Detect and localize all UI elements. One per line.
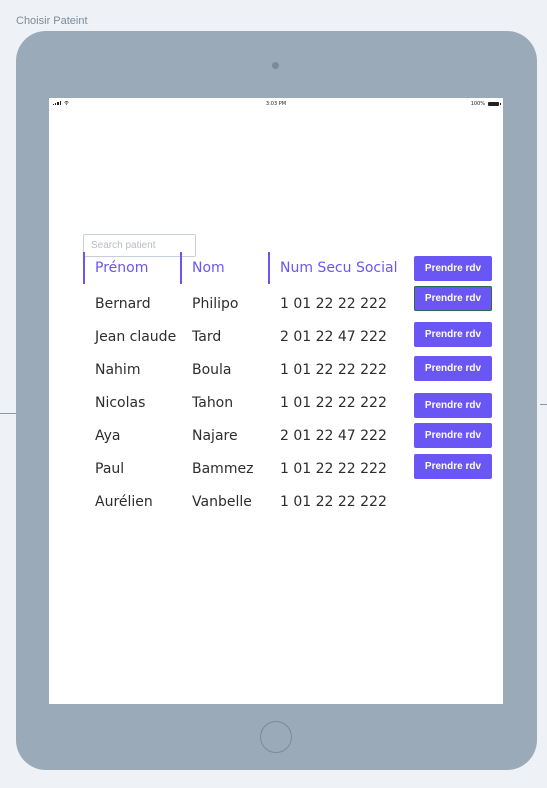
cell-nom: Najare [192,428,238,444]
cell-nom: Boula [192,362,232,378]
status-bar-time: 3:03 PM [265,101,287,107]
prendre-rdv-button[interactable]: Prendre rdv [414,322,492,347]
cell-prenom: Aya [95,428,121,444]
tablet-frame: 3:03 PM 100% Prénom Nom Num Secu Social … [16,31,537,770]
cell-num-secu: 2 01 22 47 222 [280,329,387,345]
cell-num-secu: 2 01 22 47 222 [280,428,387,444]
cell-nom: Tard [192,329,222,345]
status-bar: 3:03 PM 100% [49,98,503,110]
prendre-rdv-button[interactable]: Prendre rdv [414,356,492,381]
header-prenom: Prénom [83,252,180,284]
prendre-rdv-button[interactable]: Prendre rdv [414,423,492,448]
header-num-secu: Num Secu Social [268,252,408,284]
camera-icon [272,62,279,69]
status-bar-right: 100% [470,101,501,107]
cell-prenom: Aurélien [95,494,153,510]
cell-prenom: Paul [95,461,125,477]
cell-nom: Tahon [192,395,234,411]
prendre-rdv-button[interactable]: Prendre rdv [414,286,492,311]
tablet-screen: 3:03 PM 100% Prénom Nom Num Secu Social … [49,98,503,704]
cell-num-secu: 1 01 22 22 222 [280,362,387,378]
cell-nom: Bammez [192,461,254,477]
home-button[interactable] [260,721,292,753]
prendre-rdv-button[interactable]: Prendre rdv [414,256,492,281]
cell-num-secu: 1 01 22 22 222 [280,494,387,510]
cell-num-secu: 1 01 22 22 222 [280,296,387,312]
cell-nom: Philipo [192,296,239,312]
cell-prenom: Bernard [95,296,151,312]
cell-num-secu: 1 01 22 22 222 [280,461,387,477]
prendre-rdv-button[interactable]: Prendre rdv [414,454,492,479]
cell-prenom: Nicolas [95,395,146,411]
artboard-title: Choisir Pateint [16,15,88,27]
cell-num-secu: 1 01 22 22 222 [280,395,387,411]
battery-icon [488,102,501,106]
cell-prenom: Jean claude [95,329,177,345]
cell-nom: Vanbelle [192,494,252,510]
prototype-connector-right [540,404,547,405]
header-nom: Nom [180,252,268,284]
battery-percent: 100% [470,101,485,107]
prendre-rdv-button[interactable]: Prendre rdv [414,393,492,418]
cell-prenom: Nahim [95,362,141,378]
